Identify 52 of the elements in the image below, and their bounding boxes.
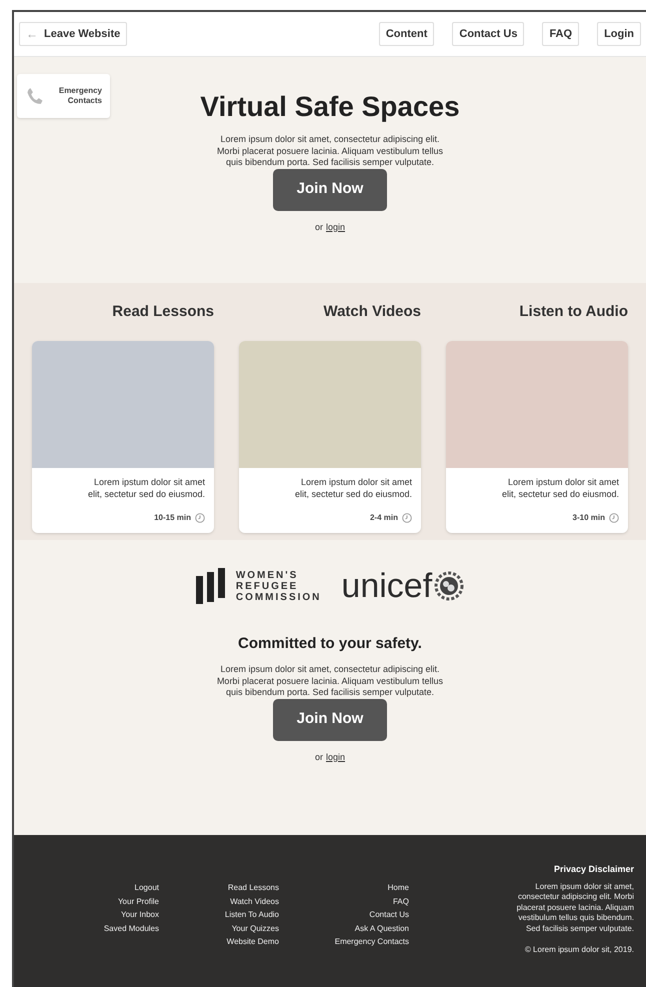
nav-button[interactable]: FAQ (542, 22, 580, 46)
copyright-text: © Lorem ipsum dolor sit, 2019. (524, 944, 634, 956)
footer-link[interactable]: FAQ (392, 894, 409, 908)
footer-link[interactable]: Your Quizzes (232, 922, 279, 935)
womens-refugee-commission-logo: WOMEN'S REFUGEE COMMISSION (196, 568, 322, 604)
arrow-icon: ← (26, 25, 38, 43)
nav-button[interactable]: Login (597, 22, 641, 46)
footer-link[interactable]: Read Lessons (228, 881, 279, 894)
footer-link[interactable]: Logout (134, 881, 159, 894)
clock-icon (195, 513, 205, 523)
nav-button[interactable]: Content (378, 22, 434, 46)
or-text: or (314, 750, 323, 764)
clock-icon (609, 513, 619, 523)
clock-icon (402, 513, 412, 523)
page-title: Virtual Safe Spaces (200, 90, 460, 124)
section-title: Committed to your safety. (238, 634, 422, 654)
footer-link[interactable]: Watch Videos (230, 894, 279, 908)
join-now-button[interactable]: Join Now (273, 168, 387, 210)
body-text: Lorem ipsum dolor sit amet, consectetur adipiscing elit. Morbi placerat posuere lacinia. Aliquam vestibulum tellus quis bibendum porta. Sed facilisis semper vulputate. (216, 664, 444, 698)
category-title: Watch Videos (322, 302, 421, 322)
duration-text: 10-15 min (154, 512, 191, 524)
footer-link[interactable]: Your Inbox (121, 908, 159, 922)
phone-icon (25, 85, 45, 107)
privacy-title: Privacy Disclaimer (554, 863, 634, 876)
card-description: Lorem ipstum dolor sit amet elit, sectetur sed do eiusmod. (294, 476, 413, 500)
footer-link[interactable]: Home (388, 881, 409, 894)
footer-link[interactable]: Your Profile (118, 894, 159, 908)
category-card[interactable]: Lorem ipstum dolor sit amet elit, sectetur sed do eiusmod. 2-4 min (239, 341, 421, 533)
category-card[interactable]: Lorem ipstum dolor sit amet elit, sectetur sed do eiusmod. 3-10 min (446, 341, 628, 533)
footer-link[interactable]: Saved Modules (104, 922, 159, 935)
or-text: or (314, 220, 323, 234)
duration-text: 2-4 min (370, 512, 398, 524)
duration-text: 3-10 min (572, 512, 605, 524)
category-card[interactable]: Lorem ipstum dolor sit amet elit, sectetur sed do eiusmod. 10-15 min (32, 341, 214, 533)
footer-link[interactable]: Emergency Contacts (334, 935, 409, 948)
privacy-text: Lorem ipsum dolor sit amet, consectetur adipiscing elit. Morbi placerat posuere lacinia. Aliquam vestibulum tellus quis bibendum. Sed facilisis semper vulputate. (516, 882, 634, 934)
footer-link[interactable]: Contact Us (369, 908, 409, 922)
unicef-logo: unicef (341, 568, 464, 604)
login-link[interactable]: login (326, 750, 346, 764)
join-now-button[interactable]: Join Now (273, 698, 387, 740)
nav-button[interactable]: Contact Us (452, 22, 524, 46)
login-link[interactable]: login (326, 220, 346, 234)
footer-link[interactable]: Listen To Audio (224, 908, 279, 922)
leave-website-button[interactable]: ← Leave Website (19, 22, 128, 46)
card-description: Lorem ipstum dolor sit amet elit, sectetur sed do eiusmod. (86, 476, 206, 500)
emergency-contacts-button[interactable]: Emergency Contacts (17, 74, 110, 118)
category-title: Listen to Audio (518, 302, 628, 322)
category-title: Read Lessons (111, 302, 214, 322)
card-description: Lorem ipstum dolor sit amet elit, sectetur sed do eiusmod. (500, 476, 620, 500)
body-text: Lorem ipsum dolor sit amet, consectetur adipiscing elit. Morbi placerat posuere lacinia. Aliquam vestibulum tellus quis bibendum porta. Sed facilisis semper vulputate. (216, 134, 444, 168)
footer-link[interactable]: Website Demo (226, 935, 279, 948)
footer-link[interactable]: Ask A Question (354, 922, 409, 935)
